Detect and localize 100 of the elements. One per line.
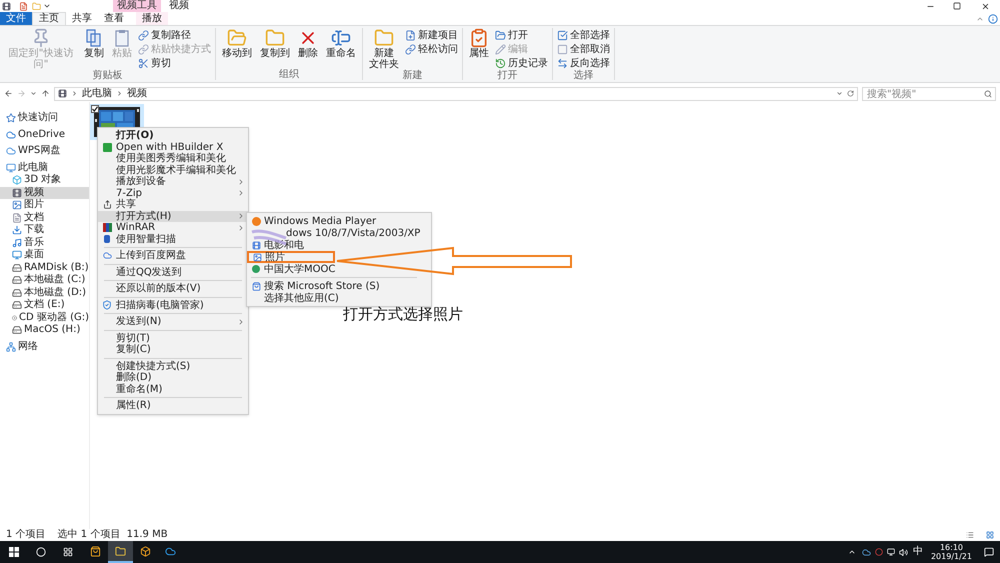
ribbon-button[interactable]: 全部取消 [557, 42, 610, 56]
menu-item[interactable]: 中国大学MOOC [247, 263, 422, 275]
address-field[interactable]: 此电脑 视频 [54, 86, 858, 100]
taskbar-app[interactable] [108, 541, 133, 563]
recent-icon[interactable] [30, 90, 37, 97]
ribbon-button[interactable]: 删除 [296, 28, 320, 59]
folder-icon [265, 28, 285, 48]
sidebar-item[interactable]: 本地磁盘 (C:) [0, 274, 89, 286]
cloud-icon [102, 251, 112, 260]
sidebar-item[interactable]: WPS网盘 [0, 145, 89, 158]
sidebar-item[interactable]: 下载 [0, 224, 89, 236]
sidebar-item[interactable]: 快速访问 [0, 112, 89, 124]
input-method[interactable]: 中 [912, 546, 923, 558]
ribbon-button[interactable]: 重命名 [324, 28, 358, 59]
ribbon-button[interactable]: 属性 [467, 28, 491, 59]
help-icon[interactable] [988, 14, 998, 24]
menu-item[interactable]: 扫描病毒(电脑管家) [98, 300, 248, 311]
menu-item[interactable]: WinRAR [98, 222, 248, 234]
menu-item[interactable]: 上传到百度网盘 [98, 250, 248, 262]
notifications-icon[interactable] [984, 547, 994, 557]
ribbon-button[interactable]: 全部选择 [557, 28, 610, 42]
cloud-icon[interactable] [862, 548, 871, 556]
clipboard-check-icon [469, 28, 489, 48]
ribbon-button[interactable]: 剪切 [138, 56, 211, 70]
ribbon-tab[interactable]: 查看 [98, 12, 130, 25]
maximize-icon[interactable] [953, 2, 961, 10]
thumbnail-view-icon[interactable] [986, 531, 994, 539]
ribbon-button[interactable]: 移动到 [220, 28, 254, 59]
sidebar-item[interactable]: MacOS (H:) [0, 324, 89, 336]
ribbon-button[interactable]: 历史记录 [495, 56, 548, 70]
ribbon-tab[interactable]: 播放 [136, 12, 168, 25]
ribbon-button[interactable]: 复制 [82, 28, 106, 59]
refresh-icon[interactable] [847, 90, 854, 97]
menu-item[interactable]: 电影和电 [247, 239, 422, 251]
checkbox[interactable] [91, 105, 99, 113]
sidebar-item[interactable]: 网络 [0, 340, 89, 353]
breadcrumb[interactable]: 视频 [127, 88, 147, 100]
menu-item[interactable]: 复制(C) [98, 344, 248, 356]
dropdown-icon[interactable] [43, 2, 51, 10]
sidebar-item[interactable]: RAMDisk (B:) [0, 262, 89, 274]
ribbon-button[interactable]: 复制路径 [138, 28, 211, 42]
collapse-ribbon-icon[interactable] [976, 15, 984, 23]
sidebar-item[interactable]: 图片 [0, 199, 89, 212]
sidebar-item[interactable]: 视频 [0, 186, 89, 199]
menu-item[interactable]: 还原以前的版本(V) [98, 283, 248, 294]
ribbon-button[interactable]: 轻松访问 [405, 42, 458, 56]
menu-item[interactable]: 7-Zip [98, 188, 248, 199]
menu-item[interactable]: Open with HBuilder X [98, 142, 248, 153]
sidebar-item[interactable]: CD 驱动器 (G:) [0, 312, 89, 324]
menu-item[interactable]: 剪切(T) [98, 332, 248, 344]
ribbon-button[interactable]: 新建项目 [405, 28, 458, 42]
menu-item[interactable]: 打开(O) [98, 130, 248, 142]
menu-item[interactable]: 照片 [247, 251, 335, 263]
sidebar-item[interactable]: 文档 (E:) [0, 299, 89, 312]
sidebar-item[interactable]: 本地磁盘 (D:) [0, 286, 89, 299]
menu-label: 使用光影魔术手编辑和美化 [116, 164, 236, 176]
image-icon [252, 252, 262, 262]
menu-item[interactable]: 使用智量扫描 [98, 234, 248, 245]
menu-item[interactable]: 属性(R) [98, 400, 248, 412]
search-icon[interactable] [36, 547, 46, 557]
sidebar-item[interactable]: 音乐 [0, 236, 89, 249]
ribbon-tab[interactable]: 共享 [66, 12, 98, 25]
chevron-icon[interactable] [848, 548, 856, 556]
volume-icon[interactable] [898, 548, 908, 556]
menu-item[interactable]: 打开方式(H) [98, 210, 248, 222]
menu-item[interactable]: 创建快捷方式(S) [98, 360, 248, 372]
network-icon[interactable] [886, 548, 895, 556]
menu-item[interactable]: 删除(D) [98, 372, 248, 384]
up-icon[interactable] [41, 89, 50, 98]
task-view-icon[interactable] [63, 547, 73, 557]
menu-item[interactable]: 重命名(M) [98, 384, 248, 395]
sidebar-item[interactable]: 3D 对象 [0, 174, 89, 186]
ribbon-button[interactable]: 复制到 [258, 28, 292, 59]
ribbon-tab[interactable]: 文件 [0, 12, 32, 25]
details-view-icon[interactable] [966, 531, 974, 539]
sidebar-item[interactable]: 桌面 [0, 249, 89, 262]
sidebar-item[interactable]: 文档 [0, 212, 89, 224]
clock[interactable]: 16:10 2019/1/21 [930, 543, 972, 561]
menu-item[interactable]: 使用光影魔术手编辑和美化 [98, 164, 248, 176]
menu-item[interactable]: Windows Media Player [247, 215, 422, 227]
search-field[interactable]: 搜索"视频" [862, 87, 996, 101]
dropdown-icon[interactable] [836, 90, 843, 97]
ribbon-tab[interactable]: 主页 [32, 12, 66, 25]
menu-item[interactable]: 播放到设备 [98, 176, 248, 188]
ribbon-button[interactable]: 反向选择 [557, 56, 610, 70]
ribbon-button[interactable]: 打开 [495, 28, 548, 42]
menu-item[interactable]: 选择其他应用(C) [247, 292, 422, 304]
menu-item[interactable]: 通过QQ发送到 [98, 266, 248, 278]
breadcrumb[interactable]: 此电脑 [82, 88, 112, 100]
close-icon[interactable] [981, 2, 990, 10]
menu-item[interactable]: 共享 [98, 199, 248, 210]
menu-item[interactable]: 搜索 Microsoft Store (S) [247, 280, 422, 292]
start-icon[interactable] [9, 547, 19, 557]
menu-item[interactable]: dows 10/8/7/Vista/2003/XP [247, 227, 422, 239]
sidebar-item[interactable]: OneDrive [0, 128, 89, 141]
ribbon-button[interactable]: 新建 文件夹 [367, 28, 401, 70]
back-icon[interactable] [4, 89, 13, 98]
menu-item[interactable]: 使用美图秀秀编辑和美化 [98, 153, 248, 164]
menu-item[interactable]: 发送到(N) [98, 316, 248, 328]
sidebar-item[interactable]: 此电脑 [0, 162, 89, 174]
